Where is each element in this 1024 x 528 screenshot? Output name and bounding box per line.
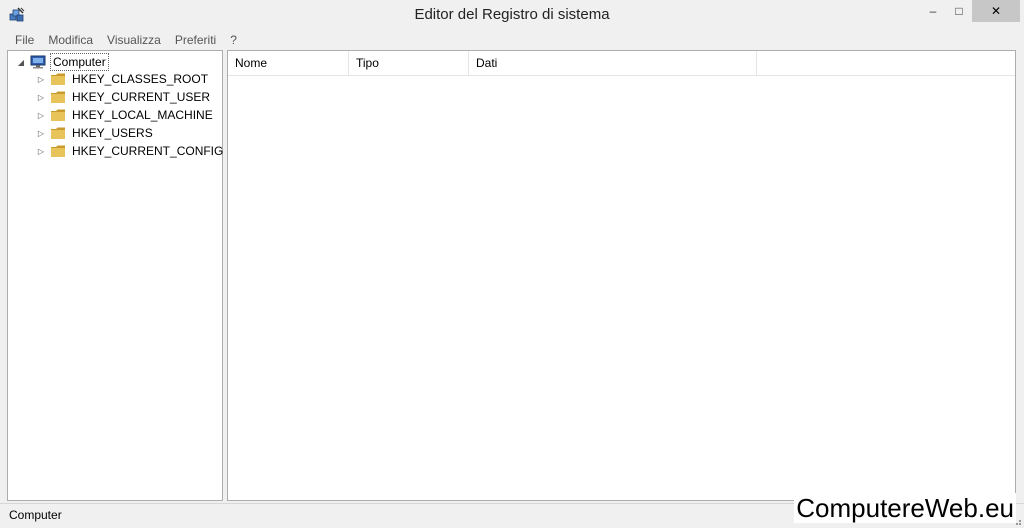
collapse-arrow-icon[interactable]: ◢ (16, 57, 26, 67)
tree-node-hkey-current-user[interactable]: ▷ HKEY_CURRENT_USER (36, 88, 212, 106)
tree-node-label: HKEY_CURRENT_USER (72, 90, 211, 104)
tree-node-hkey-users[interactable]: ▷ HKEY_USERS (36, 124, 155, 142)
expand-arrow-icon[interactable]: ▷ (36, 74, 46, 84)
title-bar[interactable]: Editor del Registro di sistema – □ ✕ (0, 0, 1024, 30)
minimize-icon: – (929, 4, 937, 18)
tree-node-label: HKEY_LOCAL_MACHINE (72, 108, 213, 122)
maximize-icon: □ (955, 4, 963, 18)
menu-modifica[interactable]: Modifica (41, 30, 100, 50)
menu-file[interactable]: File (8, 30, 41, 50)
column-header-tipo[interactable]: Tipo (349, 51, 469, 75)
tree-node-hkey-local-machine[interactable]: ▷ HKEY_LOCAL_MACHINE (36, 106, 215, 124)
column-header-nome[interactable]: Nome (228, 51, 349, 75)
folder-icon (51, 127, 65, 139)
watermark: ComputereWeb.eu (794, 493, 1016, 523)
list-header: Nome Tipo Dati (228, 51, 1015, 76)
menu-bar: File Modifica Visualizza Preferiti ? (8, 30, 244, 50)
window-title: Editor del Registro di sistema (414, 6, 610, 23)
tree-node-label: HKEY_CLASSES_ROOT (72, 72, 209, 86)
tree-node-hkey-classes-root[interactable]: ▷ HKEY_CLASSES_ROOT (36, 70, 210, 88)
expand-arrow-icon[interactable]: ▷ (36, 146, 46, 156)
tree-node-computer[interactable]: ◢ Computer (16, 53, 109, 71)
maximize-button[interactable]: □ (946, 0, 972, 22)
computer-icon (30, 55, 46, 69)
expand-arrow-icon[interactable]: ▷ (36, 110, 46, 120)
folder-icon (51, 73, 65, 85)
values-list-pane[interactable]: Nome Tipo Dati (227, 50, 1016, 501)
close-icon: ✕ (990, 4, 1002, 18)
status-path: Computer (9, 508, 62, 522)
close-button[interactable]: ✕ (972, 0, 1020, 22)
tree-node-label: HKEY_CURRENT_CONFIG (72, 144, 224, 158)
tree-node-hkey-current-config[interactable]: ▷ HKEY_CURRENT_CONFIG (36, 142, 225, 160)
tree-node-label: Computer (50, 53, 109, 71)
tree-node-label: HKEY_USERS (72, 126, 153, 140)
menu-preferiti[interactable]: Preferiti (168, 30, 223, 50)
menu-visualizza[interactable]: Visualizza (100, 30, 168, 50)
expand-arrow-icon[interactable]: ▷ (36, 128, 46, 138)
expand-arrow-icon[interactable]: ▷ (36, 92, 46, 102)
tree-pane[interactable]: ◢ Computer ▷ HKEY_CLASSES_ROOT ▷ HKEY_CU… (7, 50, 223, 501)
menu-help[interactable]: ? (223, 30, 244, 50)
minimize-button[interactable]: – (920, 0, 946, 22)
column-header-dati[interactable]: Dati (469, 51, 757, 75)
folder-icon (51, 91, 65, 103)
folder-icon (51, 145, 65, 157)
folder-icon (51, 109, 65, 121)
